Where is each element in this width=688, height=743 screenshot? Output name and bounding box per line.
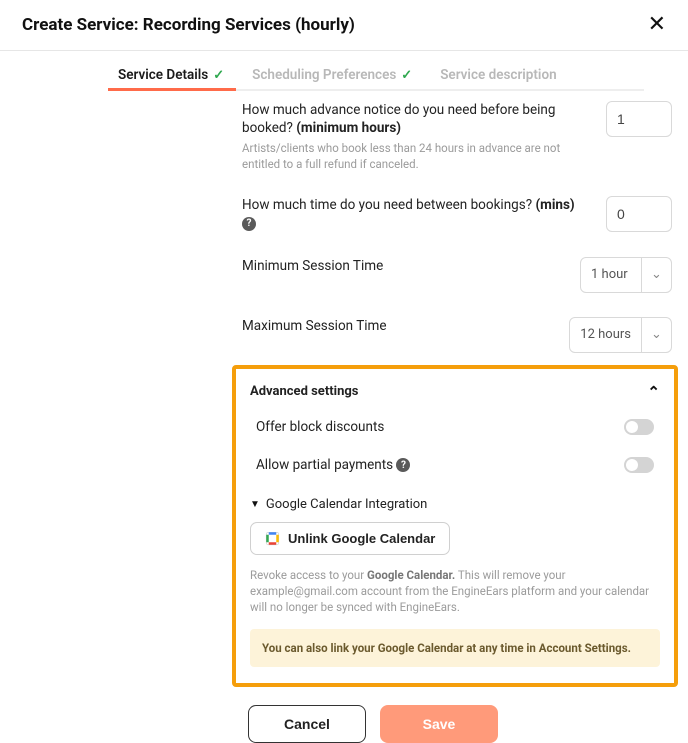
- min-session-value: 1 hour: [581, 267, 641, 282]
- modal-header: Create Service: Recording Services (hour…: [0, 0, 688, 51]
- max-session-select[interactable]: 12 hours ⌄: [569, 317, 672, 353]
- help-icon[interactable]: ?: [396, 458, 410, 472]
- modal-title: Create Service: Recording Services (hour…: [22, 15, 355, 35]
- toggle-partial-payments-row: Allow partial payments ?: [250, 457, 660, 473]
- advanced-settings-highlight: Advanced settings ⌃ Offer block discount…: [232, 365, 678, 687]
- help-icon[interactable]: ?: [242, 217, 256, 231]
- cancel-button[interactable]: Cancel: [248, 705, 366, 743]
- block-discounts-label: Offer block discounts: [256, 419, 384, 435]
- advance-notice-help: Artists/clients who book less than 24 ho…: [242, 141, 588, 172]
- triangle-icon: ▼: [250, 499, 260, 510]
- tab-underline-active: [108, 88, 236, 91]
- chevron-down-icon: ⌄: [641, 318, 671, 352]
- close-icon[interactable]: ✕: [648, 14, 666, 36]
- partial-payments-toggle[interactable]: [624, 457, 654, 473]
- google-calendar-section: ▼ Google Calendar Integration Unlink Goo…: [250, 497, 660, 667]
- between-bookings-label: How much time do you need between bookin…: [242, 196, 588, 232]
- chevron-down-icon: ⌄: [641, 258, 671, 292]
- check-icon: ✓: [213, 68, 224, 83]
- tab-label: Service Details: [118, 67, 208, 83]
- unlink-google-calendar-button[interactable]: Unlink Google Calendar: [250, 522, 450, 555]
- check-icon: ✓: [401, 68, 412, 83]
- google-calendar-title: ▼ Google Calendar Integration: [250, 497, 660, 512]
- account-settings-notice: You can also link your Google Calendar a…: [250, 629, 660, 667]
- modal-actions: Cancel Save: [0, 687, 688, 743]
- tab-label: Scheduling Preferences: [252, 67, 396, 83]
- google-calendar-desc: Revoke access to your Google Calendar. T…: [250, 567, 660, 615]
- tab-service-description[interactable]: Service description: [440, 67, 556, 91]
- field-between-bookings: How much time do you need between bookin…: [242, 196, 672, 232]
- tab-bar: Service Details ✓ Scheduling Preferences…: [0, 51, 688, 91]
- between-bookings-input[interactable]: [606, 196, 672, 232]
- google-calendar-icon: [265, 531, 280, 546]
- block-discounts-toggle[interactable]: [624, 419, 654, 435]
- field-max-session: Maximum Session Time 12 hours ⌄: [242, 317, 672, 353]
- advance-notice-input[interactable]: [606, 101, 672, 137]
- advanced-settings-title: Advanced settings: [250, 384, 358, 399]
- save-button[interactable]: Save: [380, 705, 498, 743]
- min-session-label: Minimum Session Time: [242, 257, 562, 275]
- max-session-value: 12 hours: [570, 327, 641, 342]
- chevron-up-icon: ⌃: [647, 383, 660, 401]
- form-content: How much advance notice do you need befo…: [0, 91, 688, 353]
- min-session-select[interactable]: 1 hour ⌄: [580, 257, 672, 293]
- field-advance-notice: How much advance notice do you need befo…: [242, 101, 672, 172]
- advanced-settings-header[interactable]: Advanced settings ⌃: [250, 383, 660, 401]
- max-session-label: Maximum Session Time: [242, 317, 551, 335]
- advance-notice-label: How much advance notice do you need befo…: [242, 101, 588, 137]
- toggle-block-discounts-row: Offer block discounts: [250, 419, 660, 435]
- unlink-button-label: Unlink Google Calendar: [288, 531, 435, 546]
- partial-payments-label: Allow partial payments ?: [256, 457, 410, 473]
- field-min-session: Minimum Session Time 1 hour ⌄: [242, 257, 672, 293]
- tab-label: Service description: [440, 67, 556, 83]
- tab-scheduling-preferences[interactable]: Scheduling Preferences ✓: [252, 67, 412, 91]
